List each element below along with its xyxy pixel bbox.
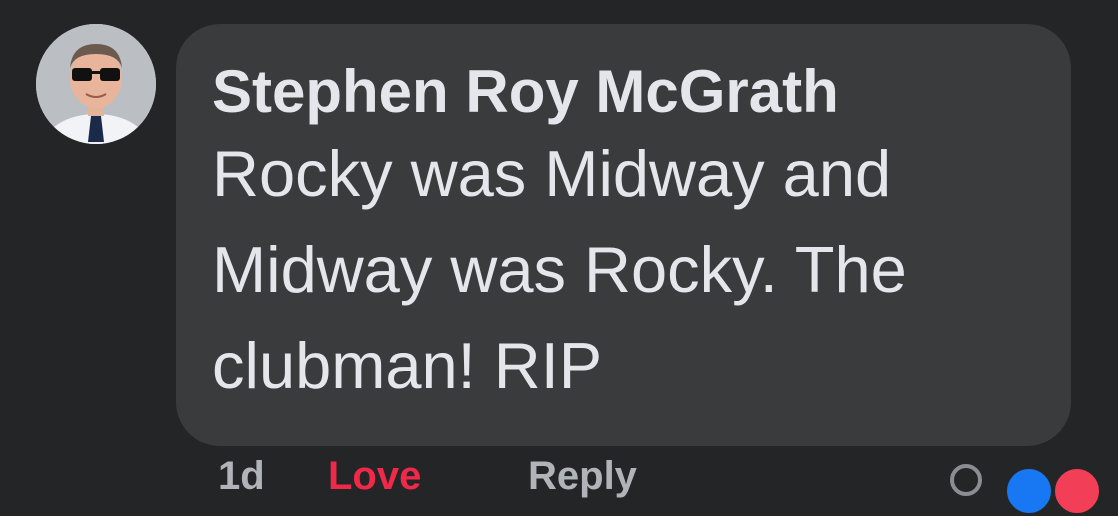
avatar[interactable] bbox=[36, 24, 156, 144]
comment-timestamp[interactable]: 1d bbox=[218, 456, 265, 496]
love-icon[interactable] bbox=[1052, 466, 1102, 516]
comment-bubble: Stephen Roy McGrath Rocky was Midway and… bbox=[176, 24, 1071, 446]
comment-text: Rocky was Midway and Midway was Rocky. T… bbox=[212, 137, 907, 402]
reaction-count-icon bbox=[950, 464, 982, 496]
like-icon[interactable] bbox=[1004, 466, 1054, 516]
love-button[interactable]: Love bbox=[328, 456, 421, 496]
reply-button[interactable]: Reply bbox=[528, 456, 637, 496]
comment-author[interactable]: Stephen Roy McGrath bbox=[212, 60, 1041, 124]
comment-actions: 1d Love Reply bbox=[218, 456, 1118, 496]
avatar-photo bbox=[36, 24, 156, 144]
